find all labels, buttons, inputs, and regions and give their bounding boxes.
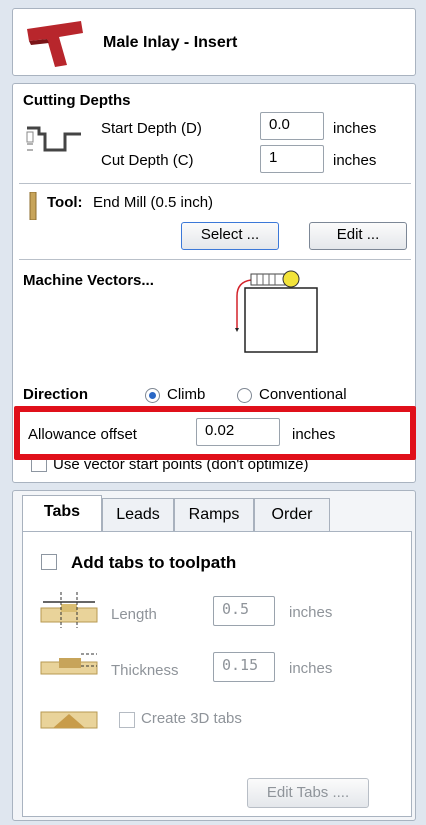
- tab-ramps[interactable]: Ramps: [174, 498, 254, 532]
- start-depth-unit: inches: [333, 120, 377, 137]
- add-tabs-checkbox[interactable]: [41, 554, 57, 570]
- thickness-input[interactable]: 0.15: [213, 652, 275, 682]
- edit-tabs-button[interactable]: Edit Tabs ....: [247, 778, 369, 808]
- separator: [19, 259, 411, 260]
- tool-value: End Mill (0.5 inch): [93, 194, 214, 211]
- tab-leads[interactable]: Leads: [102, 498, 174, 532]
- select-tool-button[interactable]: Select ...: [181, 222, 279, 250]
- tab-tabs[interactable]: Tabs: [22, 495, 102, 532]
- climb-radio[interactable]: [145, 388, 160, 403]
- add-tabs-label[interactable]: Add tabs to toolpath: [71, 553, 236, 573]
- allowance-highlight-frame: [14, 406, 416, 460]
- cutting-depths-diagram-icon: [26, 126, 81, 152]
- create-3d-tabs-checkbox[interactable]: [119, 712, 135, 728]
- climb-label[interactable]: Climb: [167, 386, 205, 403]
- toolpath-title: Male Inlay - Insert: [103, 34, 238, 51]
- tab-thickness-icon: [40, 653, 98, 675]
- thickness-label: Thickness: [111, 662, 179, 679]
- end-mill-icon: [29, 192, 37, 220]
- cutting-depths-heading: Cutting Depths: [23, 92, 131, 109]
- tool-label: Tool:: [47, 194, 83, 211]
- tab-order[interactable]: Order: [254, 498, 330, 532]
- tab-3d-icon: [40, 711, 98, 729]
- separator: [19, 183, 411, 184]
- cut-depth-label: Cut Depth (C): [101, 152, 194, 169]
- thickness-unit: inches: [289, 660, 333, 677]
- length-unit: inches: [289, 604, 333, 621]
- length-label: Length: [111, 606, 157, 623]
- cut-depth-input[interactable]: 1: [260, 145, 324, 173]
- start-depth-label: Start Depth (D): [101, 120, 202, 137]
- tab-length-icon: [40, 592, 98, 628]
- direction-label: Direction: [23, 386, 89, 403]
- header-panel: Male Inlay - Insert: [12, 8, 416, 76]
- cut-depth-unit: inches: [333, 152, 377, 169]
- tabs-content-panel: Add tabs to toolpath Length 0.5 inches T…: [22, 531, 412, 817]
- length-input[interactable]: 0.5: [213, 596, 275, 626]
- start-depth-input[interactable]: 0.0: [260, 112, 324, 140]
- conventional-label[interactable]: Conventional: [259, 386, 347, 403]
- toolpath-logo-icon: [27, 21, 83, 67]
- create-3d-tabs-label[interactable]: Create 3D tabs: [141, 710, 242, 727]
- machine-vectors-heading: Machine Vectors...: [23, 272, 154, 289]
- edit-tool-button[interactable]: Edit ...: [309, 222, 407, 250]
- conventional-radio[interactable]: [237, 388, 252, 403]
- machine-vectors-diagram-icon: [235, 270, 318, 353]
